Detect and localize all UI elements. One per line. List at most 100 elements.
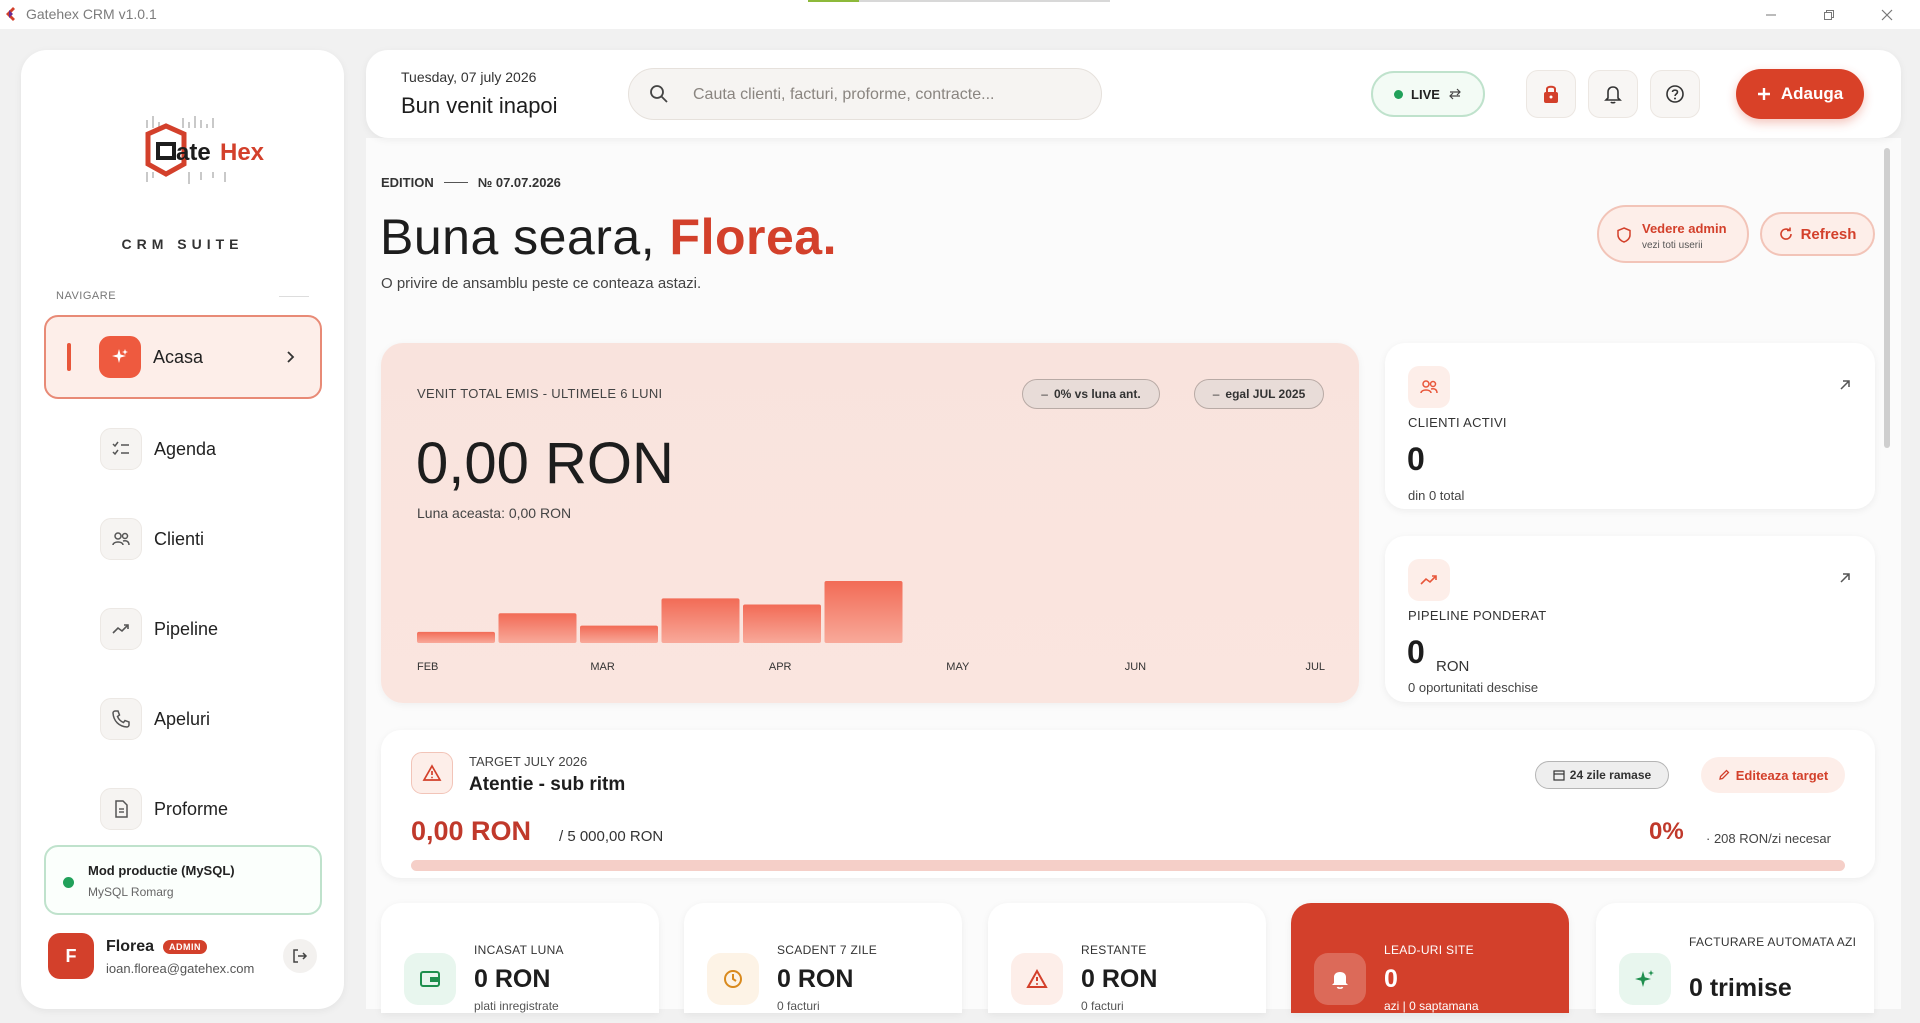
help-button[interactable] xyxy=(1650,70,1700,118)
minimize-button[interactable] xyxy=(1742,0,1800,29)
lock-button[interactable] xyxy=(1526,70,1576,118)
gatehex-logo: ate Hex xyxy=(145,116,265,184)
revenue-bar xyxy=(743,604,821,643)
kpi-sub: 0 facturi xyxy=(777,999,820,1013)
kpi-sub: plati inregistrate xyxy=(474,999,559,1013)
production-mode-card: Mod productie (MySQL) MySQL Romarg xyxy=(44,845,322,915)
admin-view-title: Vedere admin xyxy=(1642,221,1727,236)
target-label: TARGET JULY 2026 xyxy=(469,754,588,769)
user-name: Florea xyxy=(106,938,155,955)
plus-icon xyxy=(1757,88,1770,100)
bell-icon xyxy=(1604,86,1622,104)
header-date: Tuesday, 07 july 2026 xyxy=(401,69,537,85)
revenue-card: VENIT TOTAL EMIS - ULTIMELE 6 LUNI – 0% … xyxy=(381,343,1359,703)
checklist-icon xyxy=(100,428,142,470)
restore-icon xyxy=(1824,9,1834,20)
sidebar-item-label: Pipeline xyxy=(154,618,219,639)
target-needed: · 208 RON/zi necesar xyxy=(1706,831,1831,846)
arrow-up-right-icon xyxy=(1840,573,1850,583)
wallet-icon xyxy=(404,953,456,1005)
edit-target-button[interactable]: Editeaza target xyxy=(1701,757,1845,793)
search-icon xyxy=(650,85,668,103)
target-progress-bar xyxy=(411,860,1845,871)
shield-icon xyxy=(1617,227,1631,243)
sidebar-item-agenda[interactable]: Agenda xyxy=(44,407,322,491)
kpi-value: 0 xyxy=(1384,965,1398,993)
dash-icon: – xyxy=(1212,387,1220,401)
scrollbar-thumb[interactable] xyxy=(1884,148,1890,448)
document-icon xyxy=(100,788,142,830)
kpi-card-scadent[interactable]: SCADENT 7 ZILE 0 RON 0 facturi xyxy=(684,903,962,1013)
revenue-vs-label: 0% vs luna ant. xyxy=(1053,387,1141,401)
warning-icon xyxy=(1011,953,1063,1005)
svg-text:ate: ate xyxy=(176,139,211,166)
sparkle-icon xyxy=(1619,953,1671,1005)
phone-icon xyxy=(100,698,142,740)
days-left-badge: 24 zile ramase xyxy=(1535,761,1669,789)
revenue-bar xyxy=(498,613,577,643)
title-bar: Gatehex CRM v1.0.1 xyxy=(0,0,1920,29)
live-dot xyxy=(1394,89,1404,99)
revenue-eq-label: egal JUL 2025 xyxy=(1225,387,1306,401)
suite-label: CRM SUITE xyxy=(121,236,244,252)
x-tick-label: MAR xyxy=(590,661,615,673)
page-subtitle: O privire de ansamblu peste ce conteaza … xyxy=(381,275,702,292)
active-clients-card[interactable]: CLIENTI ACTIVI 0 din 0 total xyxy=(1385,343,1875,509)
svg-text:Hex: Hex xyxy=(220,139,265,166)
kpi-value: 0 RON xyxy=(777,965,854,993)
revenue-bar xyxy=(417,631,495,643)
clock-icon xyxy=(707,953,759,1005)
sidebar-item-apeluri[interactable]: Apeluri xyxy=(44,677,322,761)
sidebar-item-label: Clienti xyxy=(154,528,205,549)
kpi-label: INCASAT LUNA xyxy=(474,943,564,957)
kpi-card-restante[interactable]: RESTANTE 0 RON 0 facturi xyxy=(988,903,1266,1013)
notifications-button[interactable] xyxy=(1588,70,1638,118)
calendar-icon xyxy=(1553,770,1565,781)
edition-line: EDITION № 07.07.2026 xyxy=(381,175,561,190)
trend-icon xyxy=(1408,559,1450,601)
pipeline-card[interactable]: PIPELINE PONDERAT 0 RON 0 oportunitati d… xyxy=(1385,536,1875,702)
kpi-card-leads[interactable]: LEAD-URI SITE 0 azi | 0 saptamana xyxy=(1291,903,1569,1013)
edition-dash xyxy=(443,182,468,183)
kpi-card-incasat[interactable]: INCASAT LUNA 0 RON plati inregistrate xyxy=(381,903,659,1013)
sidebar-item-pipeline[interactable]: Pipeline xyxy=(44,587,322,671)
app-logo-icon xyxy=(6,7,15,21)
refresh-button[interactable]: Refresh xyxy=(1760,212,1875,256)
search-input[interactable] xyxy=(693,82,1083,108)
revenue-eq-pill: – egal JUL 2025 xyxy=(1194,379,1324,409)
refresh-icon xyxy=(1779,227,1792,240)
close-button[interactable] xyxy=(1858,0,1916,29)
sidebar-item-clienti[interactable]: Clienti xyxy=(44,497,322,581)
swap-icon xyxy=(1449,88,1461,100)
nav-divider xyxy=(279,296,309,297)
window-title: Gatehex CRM v1.0.1 xyxy=(26,6,157,22)
logout-button[interactable] xyxy=(283,939,317,973)
sidebar-item-proforme[interactable]: Proforme xyxy=(44,767,322,851)
role-badge: ADMIN xyxy=(163,940,207,954)
avatar[interactable]: F xyxy=(48,933,94,979)
load-progress-bar xyxy=(808,0,1110,2)
edition-number: № 07.07.2026 xyxy=(477,175,561,190)
add-button[interactable]: Adauga xyxy=(1736,69,1864,119)
users-icon xyxy=(100,518,142,560)
users-icon xyxy=(1408,366,1450,408)
kpi-label: FACTURARE AUTOMATA AZI xyxy=(1689,935,1857,949)
kpi-label: RESTANTE xyxy=(1081,943,1147,957)
sidebar-item-acasa[interactable]: Acasa xyxy=(44,315,322,399)
close-icon xyxy=(1881,9,1893,20)
x-tick-label: JUN xyxy=(1125,661,1146,673)
target-amount: 0,00 RON xyxy=(411,816,532,846)
maximize-button[interactable] xyxy=(1800,0,1858,29)
x-tick-label: JUL xyxy=(1305,661,1325,673)
active-indicator xyxy=(67,343,71,371)
stat-unit: RON xyxy=(1436,658,1470,675)
admin-view-button[interactable]: Vedere admin vezi toti userii xyxy=(1597,205,1749,263)
kpi-sub: 0 facturi xyxy=(1081,999,1124,1013)
search-bar[interactable] xyxy=(628,68,1102,120)
dash-icon: – xyxy=(1041,387,1048,401)
live-toggle[interactable]: LIVE xyxy=(1371,71,1485,117)
lock-icon xyxy=(1544,85,1558,103)
revenue-this-month: Luna aceasta: 0,00 RON xyxy=(417,505,572,521)
revenue-bar xyxy=(824,581,903,643)
kpi-card-facturare[interactable]: FACTURARE AUTOMATA AZI 0 trimise xyxy=(1596,903,1874,1013)
